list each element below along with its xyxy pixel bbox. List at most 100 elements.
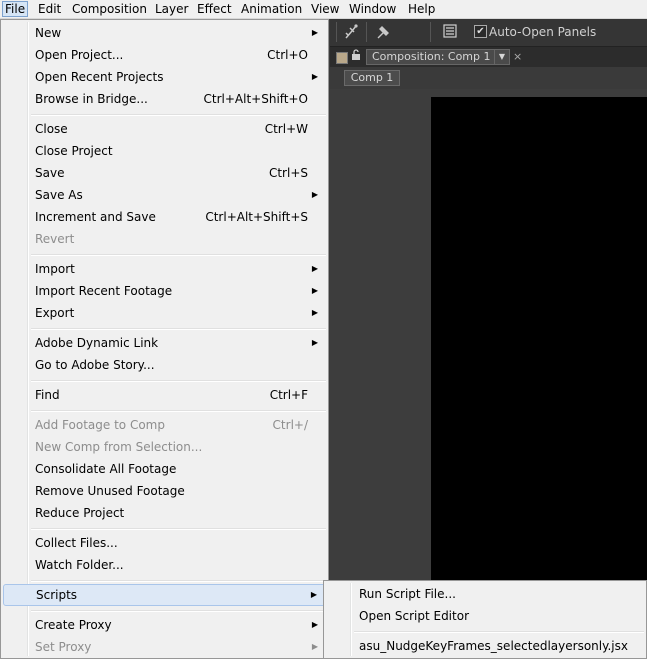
menu-item-label: Open Recent Projects (35, 70, 164, 84)
menu-item-label: Remove Unused Footage (35, 484, 185, 498)
menu-item-close[interactable]: Close Ctrl+W (3, 118, 326, 140)
menu-item-new[interactable]: New ▶ (3, 22, 326, 44)
menu-item-label: Set Proxy (35, 640, 92, 654)
menu-separator (31, 254, 326, 256)
menu-separator (31, 410, 326, 412)
menu-item-shortcut: Ctrl+S (268, 166, 308, 180)
menu-item-revert: Revert (3, 228, 326, 250)
auto-open-panels-checkbox[interactable]: ✔ (474, 25, 487, 38)
menu-animation[interactable]: Animation (238, 1, 305, 17)
composition-tab-label: Composition: Comp 1 (372, 50, 491, 63)
file-menu: New ▶ Open Project... Ctrl+O Open Recent P… (0, 19, 329, 659)
menu-file[interactable]: File (2, 1, 29, 17)
menu-item-close-project[interactable]: Close Project (3, 140, 326, 162)
menu-item-label: Export (35, 306, 75, 320)
menu-item-collect-files[interactable]: Collect Files... (3, 532, 326, 554)
menu-item-label: Go to Adobe Story... (35, 358, 155, 372)
menu-item-label: New Comp from Selection... (35, 440, 203, 454)
menu-item-reduce-project[interactable]: Reduce Project (3, 502, 326, 524)
submenu-arrow-icon: ▶ (311, 28, 318, 37)
menu-item-import-recent-footage[interactable]: Import Recent Footage ▶ (3, 280, 326, 302)
menu-item-watch-folder[interactable]: Watch Folder... (3, 554, 326, 576)
menu-window[interactable]: Window (346, 1, 399, 17)
menu-item-remove-unused-footage[interactable]: Remove Unused Footage (3, 480, 326, 502)
menu-item-save[interactable]: Save Ctrl+S (3, 162, 326, 184)
panel-color-swatch (336, 52, 348, 64)
submenu-arrow-icon: ▶ (311, 264, 318, 273)
menu-item-import[interactable]: Import ▶ (3, 258, 326, 280)
menu-item-shortcut: Ctrl+O (267, 48, 308, 62)
menu-item-label: Run Script File... (359, 587, 456, 601)
toolbar-divider (336, 22, 337, 42)
menu-item-label: Save As (35, 188, 83, 202)
menu-item-consolidate-all-footage[interactable]: Consolidate All Footage (3, 458, 326, 480)
menu-item-label: New (35, 26, 62, 40)
menu-item-open-script-editor[interactable]: Open Script Editor (326, 605, 644, 627)
menu-item-label: Create Proxy (35, 618, 112, 632)
menu-item-export[interactable]: Export ▶ (3, 302, 326, 324)
menu-item-label: Browse in Bridge... (35, 92, 148, 106)
submenu-arrow-icon: ▶ (311, 72, 318, 81)
menu-item-script-nudge-keyframes[interactable]: asu_NudgeKeyFrames_selectedlayersonly.js… (326, 635, 644, 657)
menu-edit[interactable]: Edit (35, 1, 64, 17)
menu-separator (31, 610, 326, 612)
menu-item-add-footage-to-comp: Add Footage to Comp Ctrl+/ (3, 414, 326, 436)
menu-item-open-project[interactable]: Open Project... Ctrl+O (3, 44, 326, 66)
auto-open-panels-label: Auto-Open Panels (489, 25, 597, 39)
menu-item-open-recent-projects[interactable]: Open Recent Projects ▶ (3, 66, 326, 88)
chevron-down-icon[interactable]: ▼ (494, 50, 509, 64)
menu-item-shortcut: Ctrl+F (269, 388, 308, 402)
toolbar-divider (366, 22, 367, 42)
puppet-pin-tool-icon[interactable] (373, 23, 393, 41)
composition-canvas[interactable] (431, 97, 647, 580)
menu-separator (31, 380, 326, 382)
menu-item-label: Open Script Editor (359, 609, 469, 623)
menu-item-go-to-adobe-story[interactable]: Go to Adobe Story... (3, 354, 326, 376)
menu-item-save-as[interactable]: Save As ▶ (3, 184, 326, 206)
menu-effect[interactable]: Effect (194, 1, 235, 17)
menu-item-label: Scripts (36, 588, 78, 602)
panel-menu-icon[interactable] (440, 23, 460, 41)
menu-item-browse-in-bridge[interactable]: Browse in Bridge... Ctrl+Alt+Shift+O (3, 88, 326, 110)
menu-item-create-proxy[interactable]: Create Proxy ▶ (3, 614, 326, 636)
submenu-arrow-icon: ▶ (310, 590, 317, 599)
menu-item-label: Close (35, 122, 68, 136)
menu-item-adobe-dynamic-link[interactable]: Adobe Dynamic Link ▶ (3, 332, 326, 354)
menu-item-label: asu_NudgeKeyFrames_selectedlayersonly.js… (359, 639, 628, 653)
menu-layer[interactable]: Layer (152, 1, 191, 17)
submenu-arrow-icon: ▶ (311, 642, 318, 651)
menu-view[interactable]: View (308, 1, 342, 17)
menu-item-run-script-file[interactable]: Run Script File... (326, 583, 644, 605)
menu-item-label: Revert (35, 232, 75, 246)
submenu-arrow-icon: ▶ (311, 338, 318, 347)
menu-item-label: Import Recent Footage (35, 284, 173, 298)
menu-item-label: Consolidate All Footage (35, 462, 177, 476)
menu-bar: File Edit Composition Layer Effect Anima… (0, 0, 647, 19)
menu-separator (354, 631, 644, 633)
menu-item-find[interactable]: Find Ctrl+F (3, 384, 326, 406)
menu-item-label: Save (35, 166, 65, 180)
menu-item-set-proxy: Set Proxy ▶ (3, 636, 326, 658)
menu-item-label: Import (35, 262, 75, 276)
comp-navigator-button[interactable]: Comp 1 (344, 70, 400, 86)
lock-icon[interactable] (349, 49, 363, 63)
menu-item-scripts[interactable]: Scripts ▶ (3, 584, 326, 606)
menu-item-label: Increment and Save (35, 210, 156, 224)
menu-item-label: Watch Folder... (35, 558, 124, 572)
close-icon[interactable]: × (513, 50, 522, 64)
submenu-arrow-icon: ▶ (311, 308, 318, 317)
menu-item-label: Open Project... (35, 48, 124, 62)
menu-help[interactable]: Help (405, 1, 438, 17)
menu-item-label: Reduce Project (35, 506, 125, 520)
tab-composition[interactable]: Composition: Comp 1 ▼ (366, 49, 510, 65)
menu-item-label: Adobe Dynamic Link (35, 336, 159, 350)
menu-item-shortcut: Ctrl+W (264, 122, 308, 136)
submenu-arrow-icon: ▶ (311, 620, 318, 629)
menu-composition[interactable]: Composition (69, 1, 150, 17)
submenu-arrow-icon: ▶ (311, 286, 318, 295)
menu-separator (31, 114, 326, 116)
puppet-starch-tool-icon[interactable] (342, 23, 362, 41)
menu-item-increment-and-save[interactable]: Increment and Save Ctrl+Alt+Shift+S (3, 206, 326, 228)
menu-item-label: Add Footage to Comp (35, 418, 165, 432)
toolbar-divider (430, 22, 431, 42)
